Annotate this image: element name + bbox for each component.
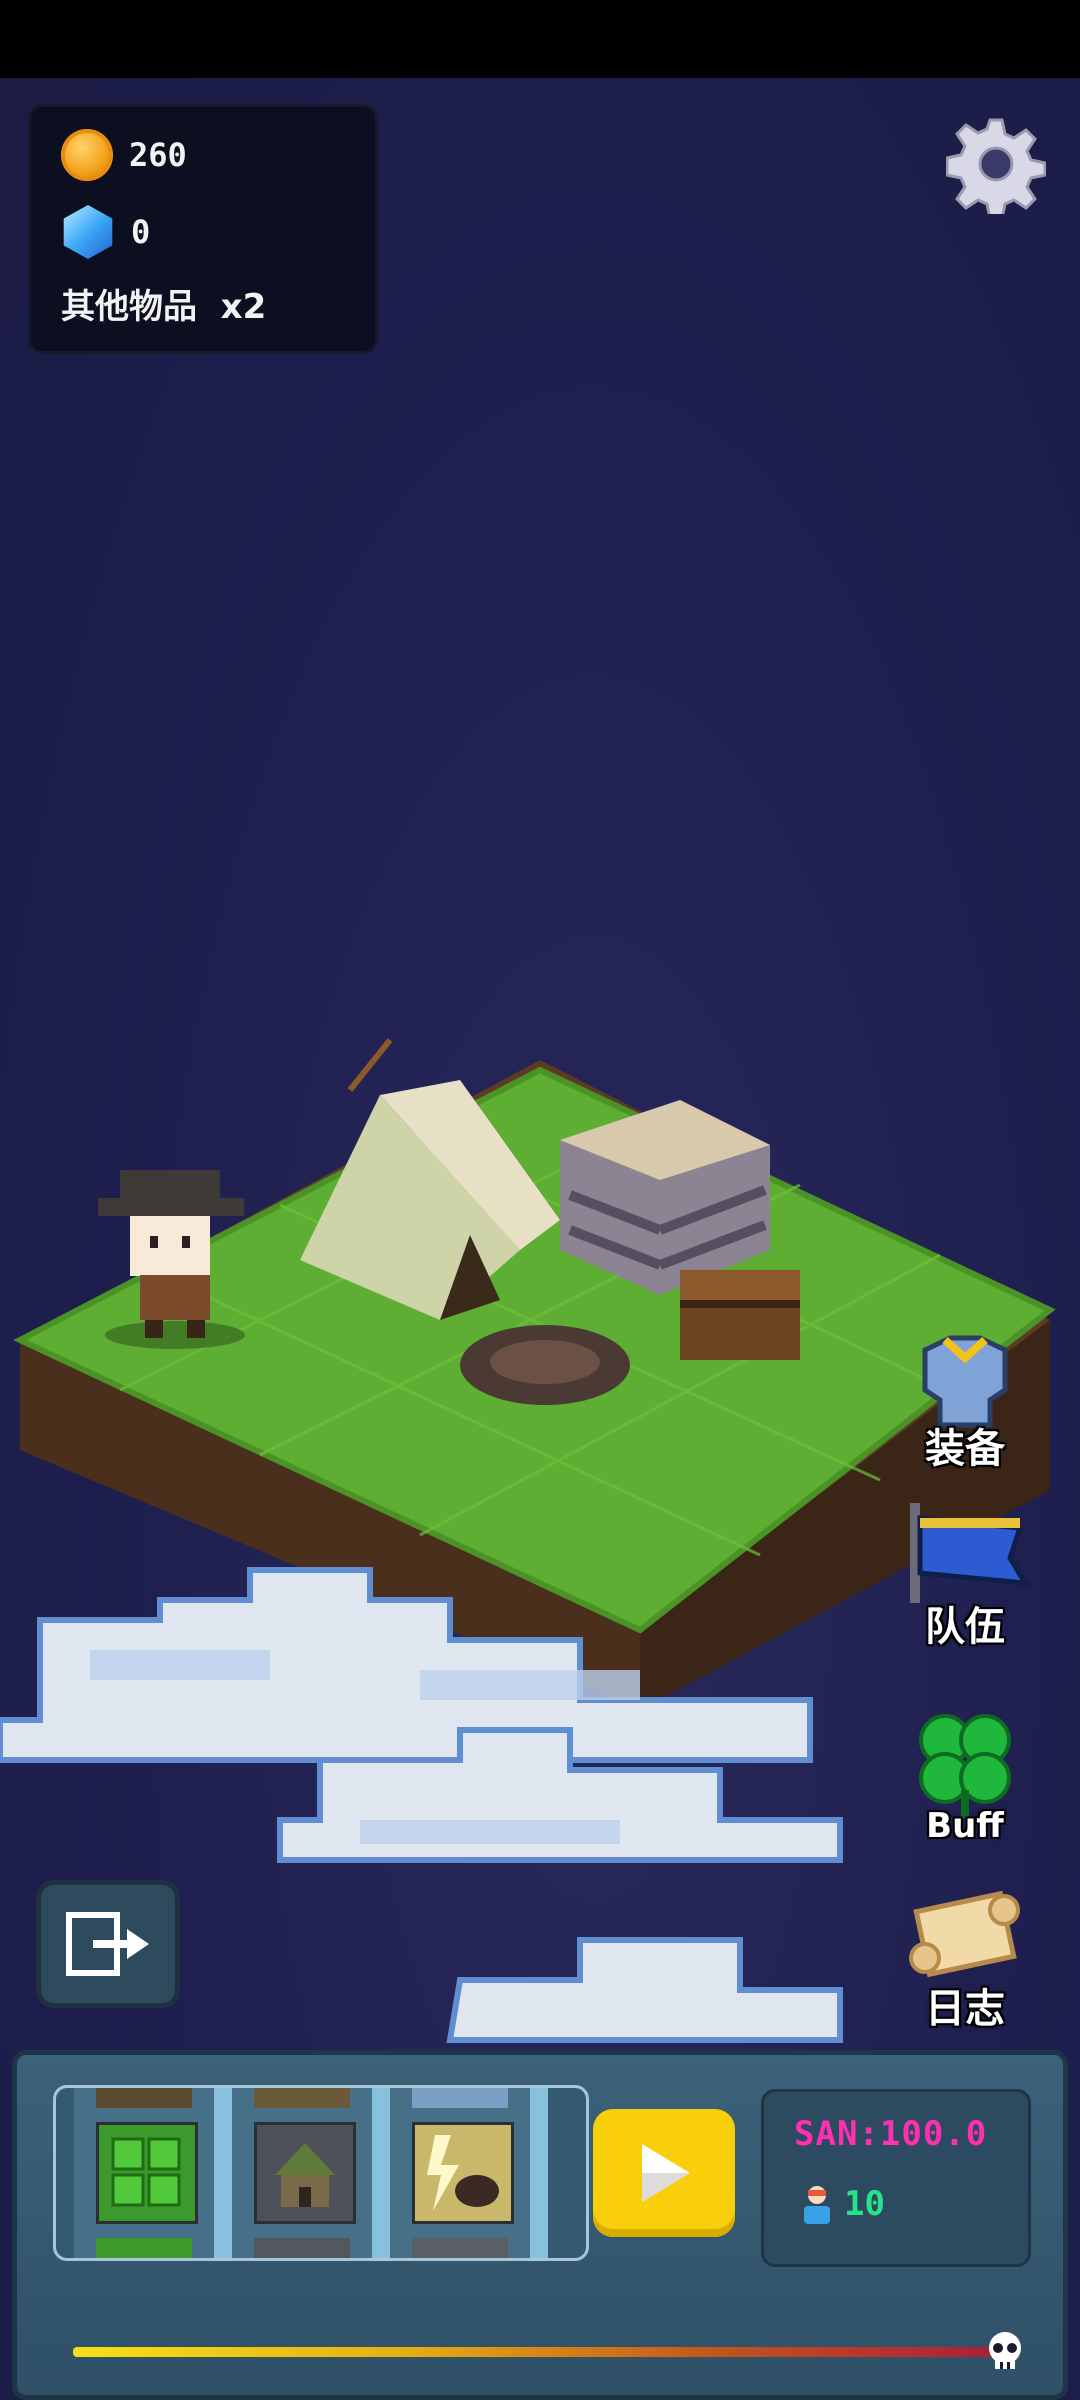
- exit-button[interactable]: [36, 1880, 180, 2008]
- stats-panel: SAN:100.0 10: [761, 2089, 1031, 2267]
- slot-peek: [412, 2088, 508, 2108]
- san-value: SAN:100.0: [794, 2114, 988, 2154]
- log-button[interactable]: 日志: [890, 1880, 1040, 2034]
- gem-icon: [63, 205, 113, 259]
- slot-peek: [96, 2088, 192, 2108]
- game-screen: 260 0 其他物品 x2 装备 队伍 Buff 日志 SAN:100.0 10: [0, 0, 1080, 2400]
- slot-peek: [254, 2238, 350, 2258]
- clover-icon: [919, 1714, 1011, 1818]
- lightning-monster-tile[interactable]: [412, 2122, 514, 2224]
- gear-icon[interactable]: [945, 114, 1047, 220]
- team-label: 队伍: [925, 1604, 1005, 1650]
- team-flag-icon: [910, 1503, 1030, 1603]
- slot-peek: [412, 2238, 508, 2258]
- other-items-label: 其他物品 x2: [61, 287, 267, 327]
- coin-row: 260: [61, 129, 187, 181]
- play-button[interactable]: [593, 2109, 735, 2237]
- gem-count: 0: [131, 213, 151, 251]
- card-slots: [53, 2085, 589, 2261]
- slot-peek: [96, 2238, 192, 2258]
- person-icon: [804, 2186, 830, 2224]
- skull-icon: [989, 2332, 1021, 2369]
- exit-icon: [66, 1912, 149, 1976]
- population-row: 10: [800, 2184, 885, 2224]
- status-bar: [0, 0, 1080, 78]
- coin-count: 260: [129, 136, 187, 174]
- armor-icon: [922, 1335, 1008, 1428]
- equipment-label: 装备: [925, 1426, 1005, 1472]
- hut-tile[interactable]: [254, 2122, 356, 2224]
- slot-divider: [530, 2088, 548, 2258]
- slot-peek: [254, 2088, 350, 2108]
- buff-label: Buff: [926, 1806, 1004, 1846]
- equipment-button[interactable]: 装备: [890, 1330, 1040, 1474]
- log-label: 日志: [925, 1986, 1005, 2032]
- green-field-tile[interactable]: [96, 2122, 198, 2224]
- buff-button[interactable]: Buff: [890, 1700, 1040, 1846]
- slot-divider: [214, 2088, 232, 2258]
- scroll-icon: [909, 1890, 1020, 1978]
- play-icon: [642, 2144, 690, 2202]
- coin-icon: [61, 129, 113, 181]
- team-button[interactable]: 队伍: [890, 1498, 1040, 1652]
- resource-panel: 260 0 其他物品 x2: [28, 104, 378, 354]
- slot-divider: [372, 2088, 390, 2258]
- wave-progress-bar: [73, 2347, 993, 2357]
- bottom-bar: SAN:100.0 10: [12, 2050, 1068, 2400]
- population-count: 10: [844, 2184, 885, 2224]
- gem-row: 0: [61, 205, 150, 259]
